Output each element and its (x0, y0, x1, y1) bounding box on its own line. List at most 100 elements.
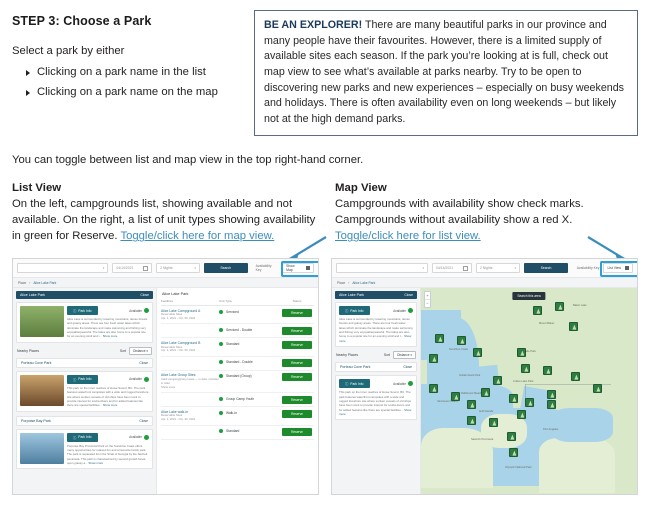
park-card: ⓘ Park Info Available This park on the i… (16, 370, 153, 412)
map-pin[interactable] (435, 334, 444, 343)
campground-sub2: Apr. 1, 2021 - Oct. 30, 2021 (161, 316, 196, 320)
map-pin[interactable] (507, 432, 516, 441)
map-view-heading: Map View (335, 182, 387, 195)
unit-type-cell: Group Camp Youth (219, 396, 280, 401)
map-pin[interactable] (509, 394, 518, 403)
campground-cell[interactable]: Alice Lake Campground A Reservable Sites… (161, 309, 219, 321)
campground-sub2[interactable]: Show more (161, 385, 219, 390)
date-input[interactable]: 04/14/2021 (112, 263, 153, 273)
park-card-top: ⓘ Park Info Available (339, 379, 413, 389)
availability-key-label[interactable]: Availability Key (577, 266, 600, 270)
search-button[interactable]: Search (203, 263, 248, 273)
map-pin[interactable] (473, 348, 482, 357)
map-pin[interactable] (571, 372, 580, 381)
reserve-button[interactable]: Reserve (282, 409, 312, 418)
park-search-input[interactable]: ▾ (336, 263, 428, 273)
map-pin[interactable] (457, 336, 466, 345)
sort-select[interactable]: Distance ▾ (393, 351, 416, 360)
list-view-link[interactable]: Toggle/click here for list view. (335, 230, 481, 242)
reserve-button[interactable]: Reserve (282, 308, 312, 317)
map-pin[interactable] (521, 364, 530, 373)
info-icon: ⓘ (345, 382, 349, 387)
map-pin[interactable] (467, 416, 476, 425)
unit-type-cell: Serviced - Double (219, 327, 280, 332)
nights-select[interactable]: 2 Nights ▾ (156, 263, 200, 273)
table-row: Standard Reserve (161, 426, 314, 440)
campground-list-panel: Alice Lake Park Close ⓘ Park Info Availa… (332, 288, 420, 494)
zoom-in-button[interactable]: + (425, 292, 430, 299)
map-pin[interactable] (467, 400, 476, 409)
search-button[interactable]: Search (524, 263, 568, 273)
map-pin[interactable] (517, 410, 526, 419)
column-header-facilities: Facilities (161, 299, 174, 303)
park-header-porpoise[interactable]: Porpoise Bay Park Close (16, 415, 153, 426)
map-pin[interactable] (493, 376, 502, 385)
park-header-porteau[interactable]: Porteau Cove Park Close (335, 362, 417, 373)
sort-label: Sort (383, 353, 391, 358)
sort-control[interactable]: Sort Distance ▾ (120, 346, 152, 355)
map-pin[interactable] (555, 302, 564, 311)
map-pin[interactable] (509, 448, 518, 457)
reserve-button[interactable]: Reserve (282, 373, 312, 382)
reserve-button[interactable]: Reserve (282, 395, 312, 404)
sort-select[interactable]: Distance ▾ (129, 346, 152, 355)
map-zoom-controls[interactable]: + − (424, 291, 431, 308)
show-more-link[interactable]: Show more (88, 461, 103, 465)
park-info-button[interactable]: ⓘ Park Info (339, 306, 370, 315)
show-more-link[interactable]: Show more (103, 403, 118, 407)
show-more-link[interactable]: Show more (103, 334, 118, 338)
status-badge: Available (129, 434, 149, 440)
map-pin[interactable] (429, 354, 438, 363)
campground-cell[interactable]: Alice Lake Campground B Reservable Sites… (161, 341, 219, 353)
available-dot-icon (219, 374, 223, 379)
list-view-highlight (600, 261, 637, 277)
map-pin[interactable] (429, 384, 438, 393)
reserve-button[interactable]: Reserve (282, 428, 312, 437)
campground-cell[interactable]: Alice Lake Group Sites Adult camping/gro… (161, 373, 219, 389)
park-thumbnail (20, 432, 64, 464)
park-header-alice[interactable]: Alice Lake Park Close (16, 291, 153, 299)
map-view-link[interactable]: Toggle/click here for map view. (120, 230, 274, 242)
zoom-out-button[interactable]: − (425, 299, 430, 307)
map-pin[interactable] (481, 388, 490, 397)
date-input[interactable]: 04/14/2021 (432, 263, 472, 273)
park-search-input[interactable]: ▾ (17, 263, 109, 273)
breadcrumb-root[interactable]: Place (337, 281, 345, 285)
availability-key-label[interactable]: Availability Key (256, 264, 279, 272)
campground-cell[interactable]: Alice Lake walk-in Reservable Sites Apr.… (161, 410, 219, 422)
park-name: Porteau Cove Park (340, 365, 371, 370)
park-info-button[interactable]: ⓘ Park Info (67, 432, 98, 442)
park-info-button[interactable]: ⓘ Park Info (67, 306, 98, 315)
park-header-alice[interactable]: Alice Lake Park Close (335, 291, 417, 299)
sort-control[interactable]: Sort Distance ▾ (383, 351, 416, 360)
park-info-button[interactable]: ⓘ Park Info (339, 379, 370, 389)
map-pin[interactable] (543, 366, 552, 375)
map-canvas[interactable]: + − Search this area Sunshine Coast Gold… (420, 288, 637, 494)
park-header-porteau[interactable]: Porteau Cove Park Close (16, 357, 153, 368)
map-pin[interactable] (569, 322, 578, 331)
map-pin[interactable] (593, 384, 602, 393)
unit-type-row: Standard - Double (219, 359, 280, 365)
map-pin[interactable] (547, 390, 556, 399)
reserve-button[interactable]: Reserve (282, 340, 312, 349)
map-pin[interactable] (547, 400, 556, 409)
unit-type-row: Standard (Group) (219, 373, 280, 379)
nights-select[interactable]: 2 Nights ▾ (476, 263, 520, 273)
map-pin[interactable] (451, 392, 460, 401)
status-cell: Reserve (280, 308, 314, 317)
availability-label: Available (129, 308, 142, 313)
map-label: Sunshine Coast (449, 348, 468, 351)
park-card-top: ⓘ Park Info Available (339, 306, 413, 315)
status-badge: Available (129, 308, 149, 313)
map-pin[interactable] (517, 348, 526, 357)
reserve-button[interactable]: Reserve (282, 326, 312, 335)
unit-type-row: Group Camp Youth (219, 396, 280, 401)
search-this-area-button[interactable]: Search this area (512, 292, 546, 300)
park-info-button[interactable]: ⓘ Park Info (67, 374, 98, 384)
map-pin[interactable] (525, 398, 534, 407)
reserve-button[interactable]: Reserve (282, 359, 312, 368)
park-name: Alice Lake Park (339, 293, 364, 297)
map-pin[interactable] (533, 306, 542, 315)
breadcrumb-root[interactable]: Place (18, 281, 26, 285)
map-pin[interactable] (489, 418, 498, 427)
